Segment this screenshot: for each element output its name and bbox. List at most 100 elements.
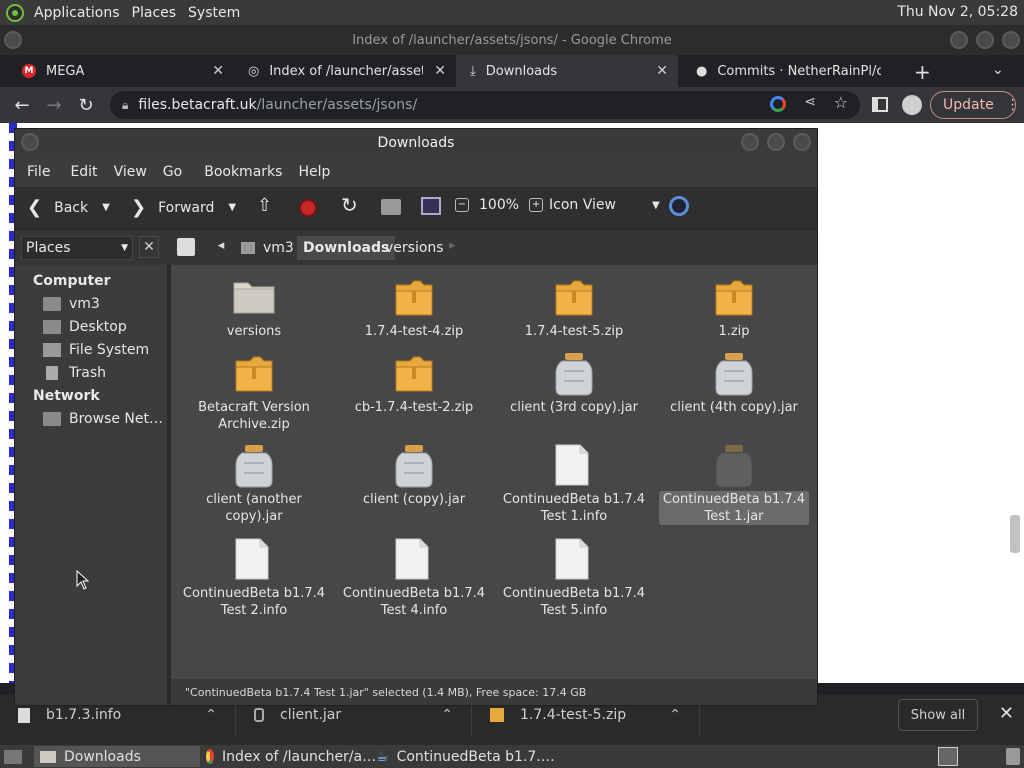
menu-file[interactable]: File <box>19 164 58 180</box>
tab-index[interactable]: ◎ Index of /launcher/assets/jsons/ ✕ <box>234 55 456 87</box>
tab-mega[interactable]: M MEGA ✕ <box>0 55 234 87</box>
close-sidebar-icon[interactable]: ✕ <box>139 236 159 258</box>
taskbar-item-jar[interactable]: ☕︎ ContinuedBeta b1.7.… <box>370 746 555 767</box>
sidebar-item-vm3[interactable]: vm3 <box>43 296 100 312</box>
distro-logo-icon[interactable] <box>6 3 24 22</box>
tab-search-chevron-icon[interactable]: ⌄ <box>992 62 1004 78</box>
clock[interactable]: Thu Nov 2, 05:28 <box>897 4 1018 20</box>
sidebar-item-file-system[interactable]: File System <box>43 342 149 358</box>
chevron-down-icon[interactable]: ▼ <box>228 202 236 213</box>
file-item[interactable]: cb-1.7.4-test-2.zip <box>339 351 489 416</box>
sidebar-item-trash[interactable]: Trash <box>43 365 106 381</box>
close-icon[interactable]: ✕ <box>212 63 224 79</box>
file-item[interactable]: 1.zip <box>659 275 809 340</box>
trash-applet-icon[interactable] <box>1006 748 1020 765</box>
menu-bookmarks[interactable]: Bookmarks <box>190 164 290 180</box>
file-manager-window: Downloads File Edit View Go Bookmarks He… <box>14 128 818 707</box>
profile-avatar-icon[interactable] <box>902 95 922 115</box>
file-item[interactable]: 1.7.4-test-4.zip <box>339 275 489 340</box>
menu-help[interactable]: Help <box>290 164 338 180</box>
breadcrumb-vm3[interactable]: vm3 <box>235 236 300 260</box>
share-icon[interactable]: ⋖ <box>804 94 816 110</box>
file-item[interactable]: client (3rd copy).jar <box>499 351 649 416</box>
new-tab-plus-icon[interactable]: + <box>914 60 931 84</box>
zoom-out-icon[interactable]: − <box>455 198 469 212</box>
file-item[interactable]: versions <box>179 275 329 340</box>
applications-menu[interactable]: Applications <box>28 5 126 21</box>
file-item[interactable]: client (another copy).jar <box>179 443 329 525</box>
sidebar-pane-select[interactable]: Places ▼ <box>21 236 133 260</box>
reload-icon[interactable]: ↻ <box>70 95 102 116</box>
tab-downloads[interactable]: ⤓ Downloads ✕ <box>456 55 678 87</box>
edit-location-icon[interactable] <box>177 238 195 256</box>
tab-commits[interactable]: ● Commits · NetherRainPl/co <box>678 55 892 87</box>
path-left-arrow-icon[interactable]: ◂ <box>211 238 231 258</box>
forward-arrow-icon[interactable]: → <box>38 95 70 116</box>
chrome-title-bar: Index of /launcher/assets/jsons/ - Googl… <box>0 25 1024 55</box>
tab-label: Downloads <box>485 63 558 79</box>
minimize-button[interactable] <box>741 133 759 151</box>
close-icon[interactable]: ✕ <box>656 63 668 79</box>
file-item[interactable]: 1.7.4-test-5.zip <box>499 275 649 340</box>
maximize-button[interactable] <box>767 133 785 151</box>
chevron-up-icon[interactable]: ⌃ <box>205 707 217 723</box>
file-item[interactable]: client (4th copy).jar <box>659 351 809 416</box>
menu-view[interactable]: View <box>106 164 155 180</box>
kebab-menu-icon[interactable]: ⋮ <box>1006 97 1020 113</box>
update-button[interactable]: Update ⋮ <box>930 91 1020 119</box>
chrome-icon <box>206 749 214 764</box>
sidebar-item-desktop[interactable]: Desktop <box>43 319 127 335</box>
breadcrumb-versions[interactable]: versions <box>379 236 450 260</box>
workspace-switcher-icon[interactable] <box>938 747 958 766</box>
address-bar[interactable]: 🔒︎ files.betacraft.uk /launcher/assets/j… <box>110 91 860 119</box>
forward-button[interactable]: ❯ Forward ▼ <box>131 197 236 218</box>
system-menu[interactable]: System <box>182 5 246 21</box>
file-item[interactable]: ContinuedBeta b1.7.4 Test 1.jar <box>659 443 809 525</box>
file-item[interactable]: ContinuedBeta b1.7.4 Test 4.info <box>339 537 489 619</box>
taskbar-item-downloads[interactable]: Downloads <box>34 746 200 767</box>
back-arrow-icon[interactable]: ← <box>6 95 38 116</box>
stop-icon[interactable] <box>299 199 317 217</box>
close-window-button[interactable] <box>1002 31 1020 49</box>
document-icon <box>392 537 436 583</box>
menu-edit[interactable]: Edit <box>58 164 105 180</box>
show-desktop-icon[interactable] <box>4 749 22 764</box>
sidebar-item-browse-network[interactable]: Browse Net… <box>43 411 163 427</box>
file-item[interactable]: client (copy).jar <box>339 443 489 508</box>
file-item[interactable]: Betacraft Version Archive.zip <box>179 351 329 433</box>
file-item[interactable]: ContinuedBeta b1.7.4 Test 2.info <box>179 537 329 619</box>
bookmark-star-icon[interactable]: ☆ <box>834 93 848 112</box>
bottom-taskbar: Downloads Index of /launcher/a… ☕︎ Conti… <box>0 745 1024 768</box>
taskbar-item-chrome[interactable]: Index of /launcher/a… <box>200 746 376 767</box>
show-all-button[interactable]: Show all <box>898 699 978 731</box>
minimize-button[interactable] <box>950 31 968 49</box>
view-mode-select[interactable]: Icon View ▼ <box>549 197 660 213</box>
page-scrollbar[interactable] <box>1010 515 1020 553</box>
reload-icon[interactable]: ↻ <box>341 193 358 217</box>
google-lens-icon[interactable] <box>770 96 786 112</box>
zoom-control[interactable]: − 100% + <box>455 197 544 213</box>
search-icon[interactable] <box>669 196 689 216</box>
maximize-button[interactable] <box>976 31 994 49</box>
up-arrow-icon[interactable]: ⇧ <box>257 195 272 216</box>
side-panel-icon[interactable] <box>872 97 888 112</box>
file-icon-view[interactable]: versions 1.7.4-test-4.zip 1.7.4-test-5.zip… <box>171 265 817 679</box>
chevron-up-icon[interactable]: ⌃ <box>669 707 681 723</box>
chevron-up-icon[interactable]: ⌃ <box>441 707 453 723</box>
home-folder-icon[interactable] <box>381 199 401 215</box>
back-button[interactable]: ❮ Back ▼ <box>27 197 110 218</box>
close-shelf-icon[interactable]: ✕ <box>999 703 1014 724</box>
close-window-button[interactable] <box>793 133 811 151</box>
window-menu-button[interactable] <box>4 31 22 49</box>
file-item[interactable]: ContinuedBeta b1.7.4 Test 5.info <box>499 537 649 619</box>
window-menu-button[interactable] <box>21 133 39 151</box>
close-icon[interactable]: ✕ <box>434 63 446 79</box>
url-path: /launcher/assets/jsons/ <box>256 97 418 113</box>
places-menu[interactable]: Places <box>126 5 183 21</box>
file-item[interactable]: ContinuedBeta b1.7.4 Test 1.info <box>499 443 649 525</box>
chevron-down-icon[interactable]: ▼ <box>102 202 110 213</box>
zoom-in-icon[interactable]: + <box>529 198 544 212</box>
menu-go[interactable]: Go <box>155 164 190 180</box>
path-right-arrow-icon[interactable]: ▸ <box>449 238 456 253</box>
computer-icon[interactable] <box>421 197 441 215</box>
